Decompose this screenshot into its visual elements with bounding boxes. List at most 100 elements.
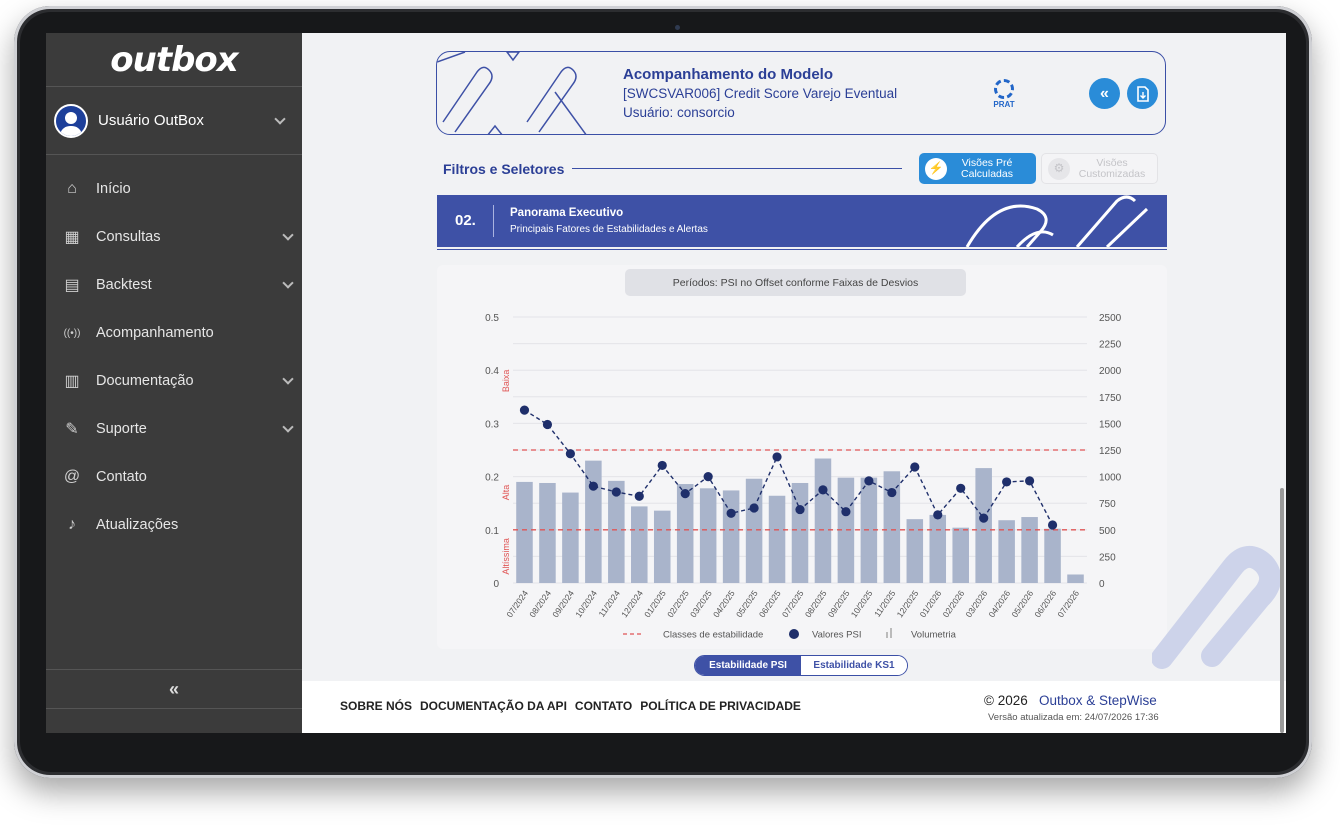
psi-point — [933, 510, 943, 520]
sidebar-item-label: Acompanhamento — [96, 325, 214, 341]
app-logo[interactable]: outbox — [46, 33, 302, 87]
footer-link-privacy[interactable]: POLÍTICA DE PRIVACIDADE — [640, 699, 801, 713]
y-right-tick-label: 2250 — [1099, 340, 1122, 351]
volume-bar — [516, 481, 533, 583]
sidebar-item-documentacao[interactable]: ▥ Documentação — [46, 357, 302, 405]
legend-label: Volumetria — [911, 630, 957, 641]
chevron-down-icon — [282, 421, 294, 433]
back-button[interactable]: « — [1089, 78, 1120, 109]
sidebar-item-label: Atualizações — [96, 517, 179, 533]
sidebar-item-label: Contato — [96, 469, 147, 485]
y-right-tick-label: 2000 — [1099, 366, 1122, 377]
psi-point — [634, 491, 644, 501]
legend-label: Classes de estabilidade — [663, 630, 763, 641]
psi-chart[interactable]: 0250500750100012501500175020002250250000… — [437, 265, 1167, 649]
sidebar-item-acompanhamento[interactable]: ((•)) Acompanhamento — [46, 309, 302, 357]
volume-bar — [539, 482, 556, 583]
filters-divider — [572, 168, 902, 169]
sidebar: outbox Usuário OutBox ⌂ Início ▦ Consultas ▤… — [46, 33, 302, 733]
x-tick-label: 12/2024 — [619, 588, 645, 619]
volume-bar — [814, 458, 832, 583]
x-tick-label: 03/2025 — [688, 588, 714, 619]
x-tick-label: 09/2025 — [826, 588, 852, 619]
sidebar-item-contato[interactable]: @ Contato — [46, 453, 302, 501]
sidebar-item-suporte[interactable]: ✎ Suporte — [46, 405, 302, 453]
user-menu[interactable]: Usuário OutBox — [46, 87, 302, 155]
x-tick-label: 05/2025 — [734, 588, 760, 619]
camera-dot — [675, 25, 680, 30]
volume-bar — [768, 495, 786, 583]
psi-point — [887, 487, 897, 498]
prat-badge: PRAT — [991, 79, 1017, 109]
sidebar-item-inicio[interactable]: ⌂ Início — [46, 165, 302, 213]
psi-point — [703, 472, 713, 482]
collapse-sidebar-button[interactable]: « — [46, 669, 302, 709]
chart-card: Períodos: PSI no Offset conforme Faixas … — [437, 265, 1167, 649]
volume-bar — [562, 492, 579, 583]
double-chevron-left-icon: « — [1100, 84, 1109, 102]
tab-estabilidade-psi[interactable]: Estabilidade PSI — [695, 656, 801, 675]
footer-link-contact[interactable]: CONTATO — [575, 699, 632, 713]
x-tick-label: 06/2025 — [757, 588, 783, 619]
legend-volume-swatch — [890, 628, 892, 638]
volume-bar — [906, 519, 924, 583]
at-icon: @ — [63, 468, 81, 485]
footer-link-about[interactable]: SOBRE NÓS — [340, 699, 412, 713]
zone-label: Baixa — [501, 370, 511, 393]
main-content: Acompanhamento do Modelo [SWCSVAR006] Cr… — [302, 33, 1286, 733]
copyright: © 2026 Outbox & StepWise — [984, 693, 1157, 708]
avatar — [54, 103, 88, 138]
footer-link-api-docs[interactable]: DOCUMENTAÇÃO DA API — [420, 699, 567, 713]
panel-subtitle: Principais Fatores de Estabilidades e Al… — [510, 224, 708, 235]
precalculated-views-button[interactable]: ⚡ Visões Pré Calculadas — [919, 153, 1036, 184]
psi-point — [657, 460, 667, 471]
x-tick-label: 11/2024 — [596, 588, 622, 619]
panel-title: Panorama Executivo — [510, 207, 624, 219]
book-icon: ▥ — [64, 373, 80, 390]
sidebar-item-atualizacoes[interactable]: ♪ Atualizações — [46, 501, 302, 549]
volume-bar — [631, 506, 648, 583]
sidebar-item-backtest[interactable]: ▤ Backtest — [46, 261, 302, 309]
copyright-year: © 2026 — [984, 693, 1028, 708]
custom-views-button[interactable]: ⚙ Visões Customizadas — [1041, 153, 1158, 184]
y-left-tick-label: 0.2 — [485, 473, 499, 484]
y-right-tick-label: 0 — [1099, 579, 1105, 590]
filters-label: Filtros e Seletores — [443, 161, 565, 177]
sidebar-nav: ⌂ Início ▦ Consultas ▤ Backtest ((•)) Acompanha… — [46, 155, 302, 549]
home-icon: ⌂ — [67, 180, 77, 197]
double-chevron-left-icon: « — [168, 678, 179, 699]
model-user: Usuário: consorcio — [623, 105, 735, 120]
document-download-icon — [1136, 85, 1149, 102]
version-text: Versão atualizada em: 24/07/2026 17:36 — [988, 712, 1159, 723]
panel-decoration — [965, 195, 1149, 247]
volume-bar — [975, 468, 992, 583]
sidebar-item-consultas[interactable]: ▦ Consultas — [46, 213, 302, 261]
x-tick-label: 01/2025 — [642, 588, 668, 619]
x-tick-label: 02/2026 — [941, 588, 967, 619]
header-decoration — [437, 52, 587, 134]
panel-underline — [437, 249, 1167, 250]
y-left-tick-label: 0.1 — [485, 526, 499, 537]
scrollbar[interactable] — [1280, 488, 1284, 733]
panel-separator — [493, 205, 494, 237]
x-tick-label: 09/2024 — [550, 588, 576, 619]
psi-point — [542, 419, 553, 430]
x-tick-label: 03/2026 — [963, 588, 989, 619]
export-pdf-button[interactable] — [1127, 78, 1158, 109]
x-tick-label: 06/2026 — [1032, 588, 1058, 619]
x-tick-label: 02/2025 — [665, 588, 691, 619]
tab-estabilidade-ks1[interactable]: Estabilidade KS1 — [801, 656, 907, 675]
psi-point — [565, 449, 575, 459]
y-right-tick-label: 1750 — [1099, 393, 1122, 404]
chevron-down-icon — [274, 112, 286, 125]
y-left-tick-label: 0.5 — [485, 313, 499, 324]
x-tick-label: 01/2026 — [918, 588, 944, 619]
psi-point — [726, 508, 736, 518]
brand-link[interactable]: Outbox & StepWise — [1039, 693, 1157, 708]
psi-point — [611, 487, 621, 497]
psi-point — [772, 452, 782, 462]
psi-point — [864, 476, 874, 486]
y-right-tick-label: 750 — [1099, 499, 1116, 510]
psi-point — [749, 503, 759, 513]
y-right-tick-label: 1250 — [1099, 446, 1122, 457]
